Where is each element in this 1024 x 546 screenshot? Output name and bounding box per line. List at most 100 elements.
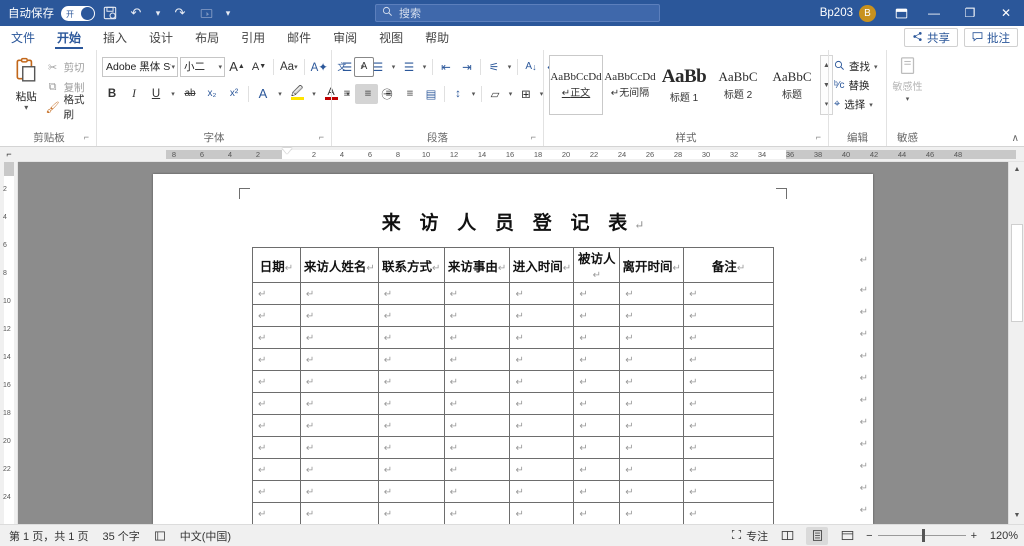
table-cell[interactable]: ↵ bbox=[252, 392, 301, 415]
asian-layout-caret[interactable]: ▾ bbox=[505, 57, 514, 77]
table-cell[interactable]: ↵ bbox=[683, 414, 774, 437]
vertical-ruler[interactable]: 2 4 6 8 10 12 14 16 18 20 22 24 bbox=[0, 162, 18, 524]
table-cell[interactable]: ↵ bbox=[509, 282, 575, 305]
clipboard-dialog-launcher[interactable]: ⌐ bbox=[84, 130, 89, 145]
table-cell[interactable]: ↵ bbox=[573, 480, 621, 503]
table-row[interactable]: ↵ ↵ ↵ ↵ ↵ ↵ ↵ ↵ bbox=[252, 458, 774, 481]
table-cell[interactable]: ↵ bbox=[252, 326, 301, 349]
zoom-slider[interactable] bbox=[877, 529, 966, 542]
table-cell[interactable]: ↵ bbox=[299, 436, 379, 459]
table-cell[interactable]: ↵ bbox=[443, 370, 511, 393]
table-cell[interactable]: ↵ bbox=[377, 326, 445, 349]
redo-icon[interactable]: ↷ bbox=[169, 2, 191, 24]
table-cell[interactable]: ↵ bbox=[377, 392, 445, 415]
table-cell[interactable]: ↵ bbox=[509, 436, 575, 459]
table-header-cell[interactable]: 来访人姓名↵ bbox=[299, 247, 379, 283]
touch-mode-icon[interactable] bbox=[195, 2, 217, 24]
page-title[interactable]: 来 访 人 员 登 记 表↵ bbox=[153, 174, 873, 247]
close-button[interactable]: ✕ bbox=[988, 0, 1024, 26]
table-cell[interactable]: ↵ bbox=[683, 480, 774, 503]
table-cell[interactable]: ↵ bbox=[377, 282, 445, 305]
tab-view[interactable]: 视图 bbox=[368, 27, 414, 49]
increase-indent-icon[interactable]: ⇥ bbox=[457, 57, 477, 77]
table-cell[interactable]: ↵ bbox=[573, 326, 621, 349]
tab-home[interactable]: 开始 bbox=[46, 27, 92, 49]
asian-layout-icon[interactable]: ⚟ bbox=[484, 57, 504, 77]
subscript-button[interactable]: x₂ bbox=[202, 84, 222, 104]
document-canvas[interactable]: 来 访 人 员 登 记 表↵ 日期↵ 来访人姓名↵ 联系方式↵ 来访事由↵ 进入… bbox=[18, 162, 1008, 524]
minimize-button[interactable]: — bbox=[916, 0, 952, 26]
table-cell[interactable]: ↵ bbox=[573, 282, 621, 305]
save-icon[interactable] bbox=[99, 2, 121, 24]
vertical-scrollbar[interactable]: ▲ ▼ bbox=[1008, 162, 1024, 524]
shading-icon[interactable]: ▱ bbox=[485, 84, 505, 104]
borders-icon[interactable]: ⊞ bbox=[516, 84, 536, 104]
table-cell[interactable]: ↵ bbox=[683, 348, 774, 371]
table-cell[interactable]: ↵ bbox=[509, 480, 575, 503]
table-cell[interactable]: ↵ bbox=[252, 370, 301, 393]
tab-file[interactable]: 文件 bbox=[0, 27, 46, 49]
table-cell[interactable]: ↵ bbox=[252, 282, 301, 305]
tab-references[interactable]: 引用 bbox=[230, 27, 276, 49]
table-cell[interactable]: ↵ bbox=[377, 348, 445, 371]
read-mode-icon[interactable] bbox=[776, 527, 798, 545]
tab-stop-icon[interactable]: ⌐ bbox=[0, 146, 18, 162]
tab-design[interactable]: 设计 bbox=[138, 27, 184, 49]
sensitivity-caret[interactable]: ▾ bbox=[906, 94, 910, 106]
table-cell[interactable]: ↵ bbox=[299, 326, 379, 349]
visitor-registration-table[interactable]: 日期↵ 来访人姓名↵ 联系方式↵ 来访事由↵ 进入时间↵ 被访人↵ 离开时间↵ … bbox=[252, 247, 774, 524]
table-cell[interactable]: ↵ bbox=[299, 370, 379, 393]
table-cell[interactable]: ↵ bbox=[443, 326, 511, 349]
format-painter-button[interactable]: 🖌 格式刷 bbox=[46, 94, 91, 121]
table-row[interactable]: ↵ ↵ ↵ ↵ ↵ ↵ ↵ ↵ bbox=[252, 282, 774, 305]
table-cell[interactable]: ↵ bbox=[299, 282, 379, 305]
table-cell[interactable]: ↵ bbox=[443, 414, 511, 437]
table-cell[interactable]: ↵ bbox=[377, 458, 445, 481]
table-cell[interactable]: ↵ bbox=[377, 370, 445, 393]
table-header-cell[interactable]: 来访事由↵ bbox=[443, 247, 511, 283]
align-left-icon[interactable]: ≡ bbox=[337, 84, 357, 104]
distribute-icon[interactable]: ▤ bbox=[421, 84, 441, 104]
table-row[interactable]: ↵ ↵ ↵ ↵ ↵ ↵ ↵ ↵ bbox=[252, 326, 774, 349]
table-header-cell[interactable]: 离开时间↵ bbox=[619, 247, 685, 283]
font-size-box[interactable]: 小二 ▾ bbox=[180, 56, 225, 77]
focus-mode-button[interactable]: 专注 bbox=[731, 528, 768, 544]
table-cell[interactable]: ↵ bbox=[619, 436, 685, 459]
autosave-toggle[interactable]: 开 bbox=[61, 5, 95, 21]
replace-button[interactable]: ᵇ⁄c 替换 bbox=[834, 76, 869, 95]
zoom-out-button[interactable]: − bbox=[866, 530, 872, 542]
sort-icon[interactable]: A ↓ bbox=[521, 57, 541, 77]
table-cell[interactable]: ↵ bbox=[509, 370, 575, 393]
zoom-control[interactable]: − + 120% bbox=[866, 529, 1018, 542]
table-cell[interactable]: ↵ bbox=[377, 480, 445, 503]
document-page[interactable]: 来 访 人 员 登 记 表↵ 日期↵ 来访人姓名↵ 联系方式↵ 来访事由↵ 进入… bbox=[153, 174, 873, 524]
table-row[interactable]: ↵ ↵ ↵ ↵ ↵ ↵ ↵ ↵ bbox=[252, 392, 774, 415]
grow-font-button[interactable]: A ▲ bbox=[227, 57, 247, 77]
table-cell[interactable]: ↵ bbox=[299, 458, 379, 481]
search-box[interactable]: 搜索 bbox=[375, 4, 660, 22]
italic-button[interactable]: I bbox=[124, 84, 144, 104]
table-cell[interactable]: ↵ bbox=[509, 458, 575, 481]
table-cell[interactable]: ↵ bbox=[443, 480, 511, 503]
qat-more-icon[interactable]: ▾ bbox=[221, 2, 235, 24]
find-button[interactable]: 查找 ▾ bbox=[834, 57, 878, 76]
numbering-icon[interactable]: ☰ bbox=[368, 57, 388, 77]
table-cell[interactable]: ↵ bbox=[509, 304, 575, 327]
underline-button[interactable]: U bbox=[146, 84, 166, 104]
indent-marker[interactable] bbox=[282, 147, 292, 154]
strikethrough-button[interactable]: ab bbox=[180, 84, 200, 104]
tab-mailings[interactable]: 邮件 bbox=[276, 27, 322, 49]
table-row[interactable]: ↵ ↵ ↵ ↵ ↵ ↵ ↵ ↵ bbox=[252, 370, 774, 393]
table-cell[interactable]: ↵ bbox=[619, 392, 685, 415]
page-indicator[interactable]: 第 1 页，共 1 页 bbox=[9, 528, 88, 544]
table-row[interactable]: ↵ ↵ ↵ ↵ ↵ ↵ ↵ ↵ bbox=[252, 480, 774, 503]
table-row[interactable]: ↵ ↵ ↵ ↵ ↵ ↵ ↵ ↵ bbox=[252, 348, 774, 371]
style-no-spacing[interactable]: AaBbCcDd ↵无间隔 bbox=[603, 55, 657, 115]
table-cell[interactable]: ↵ bbox=[619, 370, 685, 393]
table-cell[interactable]: ↵ bbox=[299, 304, 379, 327]
table-cell[interactable]: ↵ bbox=[573, 348, 621, 371]
font-name-box[interactable]: Adobe 黑体 St ▾ bbox=[102, 56, 178, 77]
scrollbar-thumb[interactable] bbox=[1011, 224, 1023, 322]
table-cell[interactable]: ↵ bbox=[683, 502, 774, 524]
undo-dropdown-caret[interactable]: ▾ bbox=[151, 2, 165, 24]
